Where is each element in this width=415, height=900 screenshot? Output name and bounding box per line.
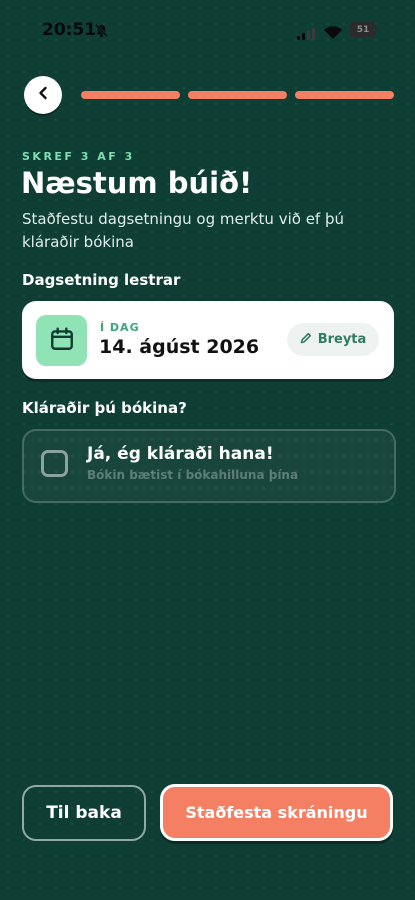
date-section-label: Dagsetning lestrar [22, 271, 181, 289]
calendar-icon-box [36, 315, 87, 366]
back-button[interactable] [24, 76, 62, 114]
confirm-button[interactable]: Staðfesta skráningu [160, 784, 393, 841]
finished-checkbox[interactable] [41, 450, 68, 477]
status-time: 20:51 [42, 20, 97, 40]
progress-segment-2 [188, 91, 287, 99]
back-footer-button[interactable]: Til baka [22, 785, 146, 841]
calendar-icon [49, 326, 75, 356]
finished-checkbox-sublabel: Bókin bætist í bókahilluna þína [87, 468, 299, 482]
progress-segment-1 [81, 91, 180, 99]
pencil-icon [300, 332, 312, 348]
finished-section-label: Kláraðir þú bókina? [22, 399, 187, 417]
edit-date-label: Breyta [317, 332, 367, 347]
progress-segment-3 [295, 91, 394, 99]
date-small-label: Í DAG [100, 321, 140, 334]
finished-checkbox-card[interactable]: Já, ég kláraði hana! Bókin bætist í bóka… [22, 429, 396, 503]
battery-tip [377, 27, 379, 32]
edit-date-button[interactable]: Breyta [287, 323, 379, 356]
page-title: Næstum búið! [21, 166, 253, 200]
status-bar: 20:51 51 [0, 0, 415, 60]
cellular-signal-icon [297, 25, 315, 44]
battery-icon: 51 [350, 22, 376, 37]
date-card: Í DAG 14. ágúst 2026 Breyta [22, 301, 394, 379]
step-label: SKREF 3 AF 3 [22, 150, 135, 163]
wifi-icon [324, 24, 342, 43]
finished-checkbox-label: Já, ég kláraði hana! [87, 444, 274, 464]
date-value: 14. ágúst 2026 [99, 336, 260, 358]
step-progress [81, 91, 394, 99]
page-subtitle: Staðfestu dagsetningu og merktu við ef þ… [22, 210, 345, 251]
bell-slash-icon [94, 23, 109, 42]
chevron-left-icon [35, 85, 51, 105]
